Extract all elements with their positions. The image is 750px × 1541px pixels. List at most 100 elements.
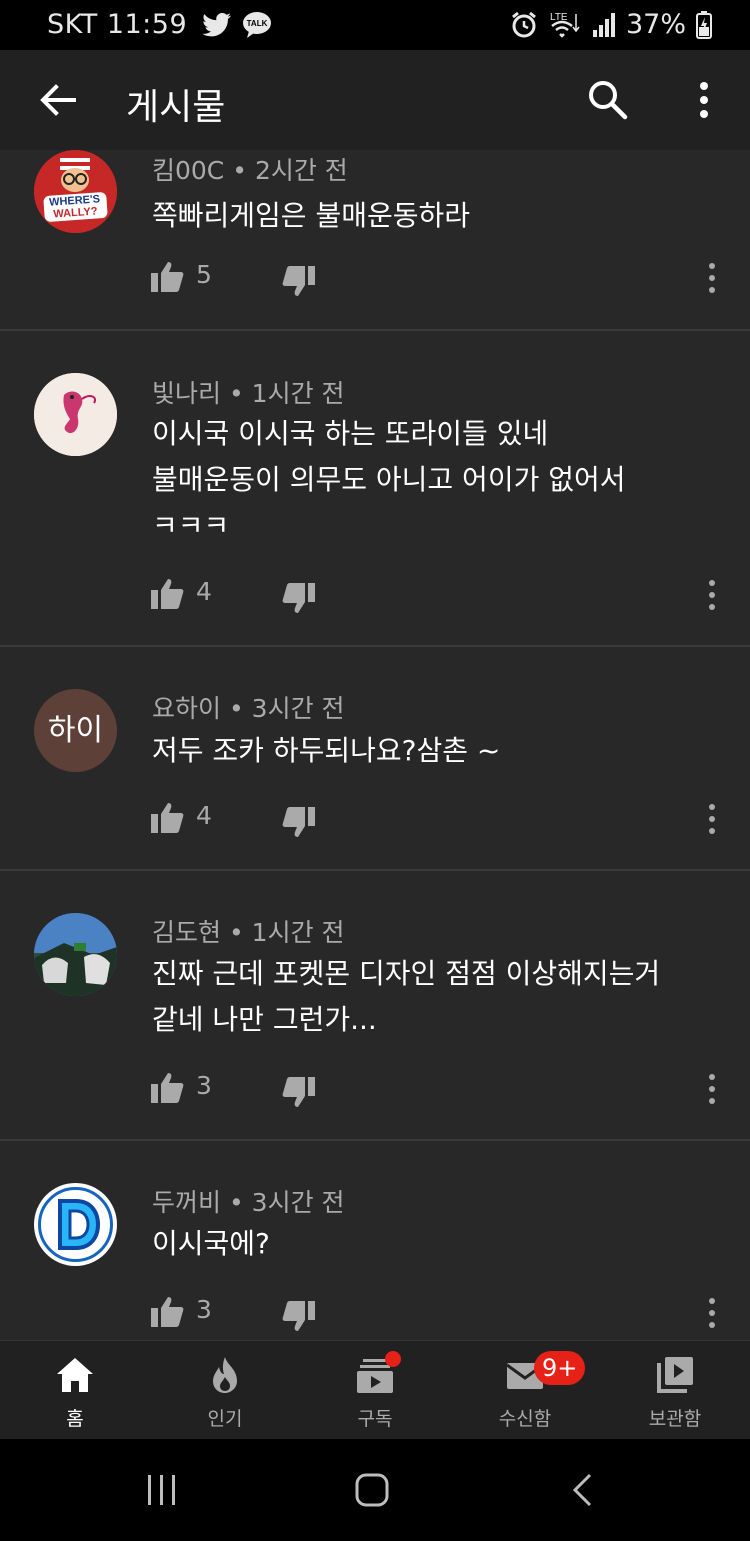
dislike-icon[interactable] [282,264,316,298]
comment-time: 3시간 전 [251,694,345,723]
comment-line: 쪽빠리게임은 불매운동하라 [152,199,471,232]
seahorse-icon [34,373,117,456]
kakaotalk-icon: TALK [243,12,271,38]
battery-percentage: 37% [625,9,686,40]
comment-item: WHERE'S WALLY? 킴00C • 2시간 전 쪽빠리게임은 불매운동하… [0,150,750,331]
comment-line: ㅋㅋㅋ [152,509,230,542]
nav-inbox[interactable]: 9+ 수신함 [450,1341,600,1440]
comment-text: 진짜 근데 포켓몬 디자인 점점 이상해지는거 같네 나만 그런가... [152,951,722,1043]
photo-avatar[interactable] [34,913,117,996]
seahorse-avatar[interactable] [34,373,117,456]
comment-more-icon[interactable] [706,1073,718,1105]
nav-subscriptions[interactable]: 구독 [300,1341,450,1440]
like-count: 4 [196,801,212,830]
author-name[interactable]: 김도현 [152,918,221,947]
twitter-icon [202,13,231,37]
dislike-icon[interactable] [282,581,316,615]
signal-icon [592,12,615,37]
comment-actions: 4 [150,575,720,615]
photo-icon [34,913,117,996]
meta-separator: • [228,694,244,723]
letter-d-avatar[interactable]: D [34,1183,117,1266]
carrier-time: SKT 11:59 [47,9,188,40]
back-arrow-icon[interactable] [36,78,80,122]
comment-actions: 5 [150,258,720,298]
nav-label: 수신함 [498,1408,552,1430]
nav-library[interactable]: 보관함 [600,1341,750,1440]
comment-line: 같네 나만 그런가... [152,1003,377,1036]
new-content-dot [385,1351,401,1367]
comment-meta: 빛나리 • 1시간 전 [152,374,345,410]
like-icon[interactable] [150,801,184,835]
comment-meta: 김도현 • 1시간 전 [152,913,345,949]
comment-item: 빛나리 • 1시간 전 이시국 이시국 하는 또라이들 있네 불매운동이 의무도… [0,331,750,647]
comment-meta: 요하이 • 3시간 전 [152,689,345,725]
flame-icon [213,1357,237,1393]
system-home-icon[interactable] [355,1473,389,1507]
comment-list[interactable]: WHERE'S WALLY? 킴00C • 2시간 전 쪽빠리게임은 불매운동하… [0,150,750,1340]
like-icon[interactable] [150,1071,184,1105]
nav-trending[interactable]: 인기 [150,1341,300,1440]
author-name[interactable]: 두꺼비 [152,1188,221,1217]
comment-meta: 킴00C • 2시간 전 [152,151,348,187]
comment-item: 하이 요하이 • 3시간 전 저두 조카 하두되나요?삼촌 ~ 4 [0,647,750,871]
comment-more-icon[interactable] [706,803,718,835]
comment-more-icon[interactable] [706,1297,718,1329]
comment-item: D 두꺼비 • 3시간 전 이시국에? 3 [0,1141,750,1340]
lte-wifi-icon: LTE [550,12,580,38]
comment-actions: 3 [150,1293,720,1333]
nav-label: 구독 [357,1408,393,1430]
like-count: 3 [196,1295,212,1324]
nav-label: 인기 [207,1408,243,1430]
wally-face-icon: WHERE'S WALLY? [34,150,117,233]
comment-meta: 두꺼비 • 3시간 전 [152,1183,345,1219]
dislike-icon[interactable] [282,805,316,839]
recent-apps-icon[interactable] [146,1473,178,1507]
avatar-initials: 하이 [47,713,104,748]
battery-charging-icon [696,10,712,39]
like-count: 3 [196,1071,212,1100]
meta-separator: • [232,156,247,185]
dislike-icon[interactable] [282,1075,316,1109]
more-vert-icon[interactable] [688,78,720,122]
notification-icons: TALK [202,11,272,39]
search-icon[interactable] [586,78,630,122]
author-name[interactable]: 킴00C [152,156,224,185]
dislike-icon[interactable] [282,1299,316,1333]
meta-separator: • [228,918,244,947]
author-name[interactable]: 빛나리 [152,379,221,408]
comment-actions: 4 [150,799,720,839]
comment-more-icon[interactable] [706,579,718,611]
status-bar: SKT 11:59 TALK LTE 37% [0,0,750,50]
like-icon[interactable] [150,577,184,611]
page-title: 게시물 [126,87,226,128]
comment-line: 이시국에? [152,1227,270,1260]
comment-line: 진짜 근데 포켓몬 디자인 점점 이상해지는거 [152,957,661,990]
comment-text: 이시국 이시국 하는 또라이들 있네 불매운동이 의무도 아니고 어이가 없어서… [152,411,722,549]
svg-text:TALK: TALK [247,19,268,28]
home-icon [57,1358,93,1392]
nav-label: 보관함 [648,1408,702,1430]
comment-time: 1시간 전 [251,918,345,947]
comment-item: 김도현 • 1시간 전 진짜 근데 포켓몬 디자인 점점 이상해지는거 같네 나… [0,871,750,1141]
wheres-wally-avatar[interactable]: WHERE'S WALLY? [34,150,117,233]
comment-text: 저두 조카 하두되나요?삼촌 ~ [152,728,722,774]
nav-home[interactable]: 홈 [0,1341,150,1440]
comment-time: 3시간 전 [251,1188,345,1217]
comment-text: 쪽빠리게임은 불매운동하라 [152,193,722,239]
comment-line: 이시국 이시국 하는 또라이들 있네 [152,417,549,450]
notification-badge: 9+ [534,1351,586,1385]
like-count: 5 [196,260,212,289]
system-navigation-bar [0,1439,750,1541]
like-icon[interactable] [150,1295,184,1329]
like-count: 4 [196,577,212,606]
comment-line: 불매운동이 의무도 아니고 어이가 없어서 [152,463,626,496]
comment-more-icon[interactable] [706,262,718,294]
author-name[interactable]: 요하이 [152,694,221,723]
system-back-icon[interactable] [570,1472,594,1508]
nav-label: 홈 [66,1408,84,1430]
text-avatar[interactable]: 하이 [34,689,117,772]
like-icon[interactable] [150,260,184,294]
alarm-icon [512,11,536,37]
comment-time: 1시간 전 [251,379,345,408]
